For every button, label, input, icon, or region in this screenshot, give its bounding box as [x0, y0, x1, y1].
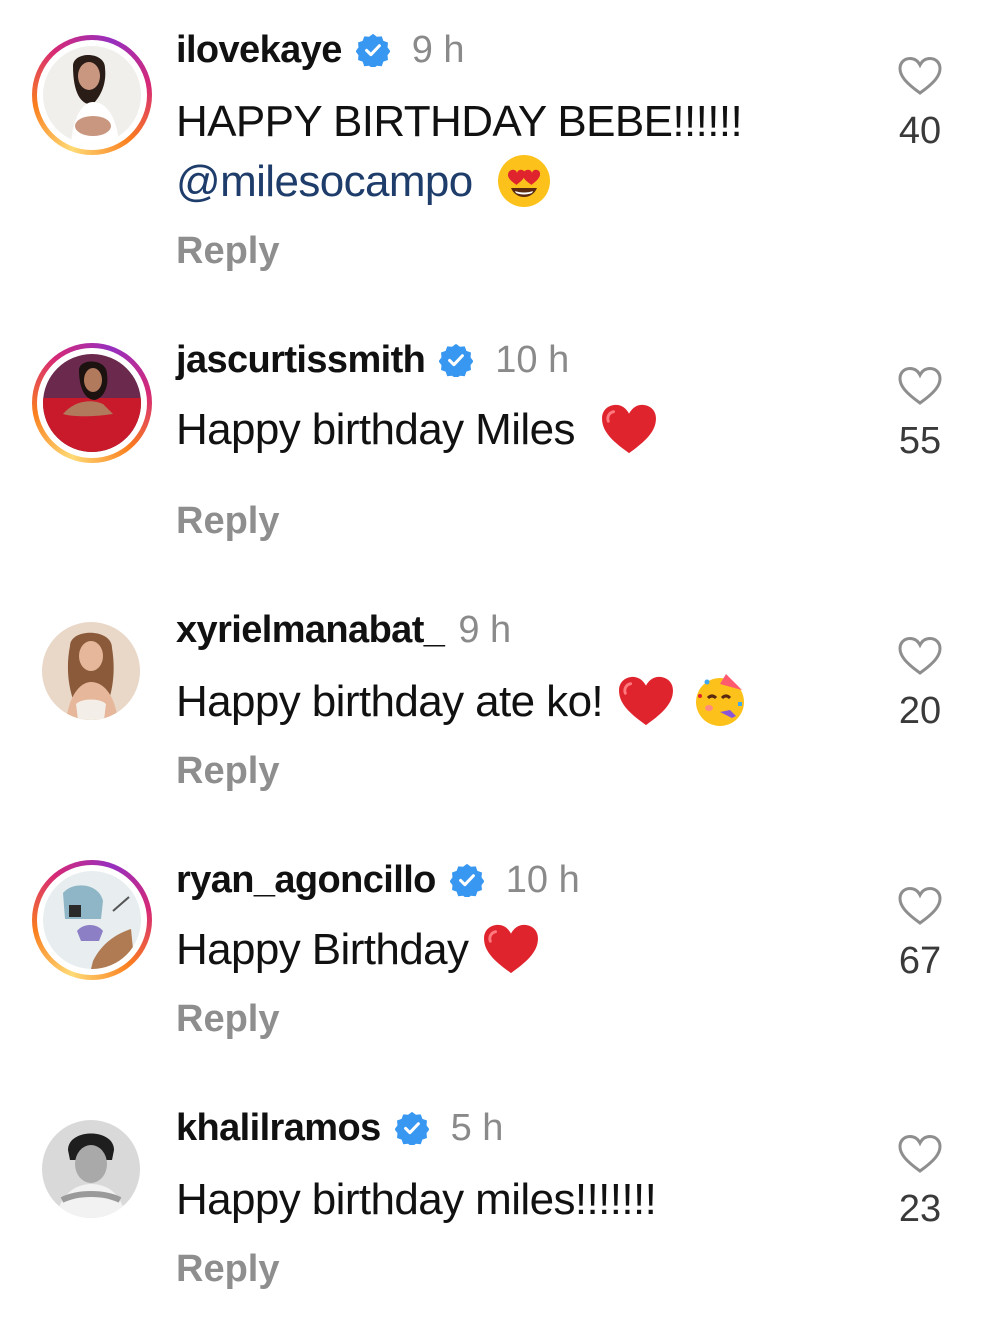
verified-badge-icon	[450, 863, 484, 897]
comment-text: HAPPY BIRTHDAY BEBE!!!!!!	[176, 92, 743, 152]
avatar[interactable]	[42, 622, 140, 720]
comment-header: jascurtissmith 10 h	[176, 332, 569, 388]
like-control: 67	[896, 886, 944, 983]
avatar-photo	[43, 871, 141, 969]
verified-badge-icon	[356, 33, 390, 67]
comment-header: ryan_agoncillo 10 h	[176, 852, 580, 908]
avatar[interactable]	[32, 343, 152, 463]
timestamp: 10 h	[505, 858, 580, 901]
red-heart-emoji-icon	[617, 675, 675, 727]
avatar-photo	[43, 46, 141, 144]
heart-eyes-emoji-icon	[498, 155, 551, 208]
like-count: 23	[898, 1188, 942, 1230]
like-control: 40	[896, 56, 944, 153]
heart-icon[interactable]	[898, 56, 942, 96]
comment-text: Happy Birthday	[176, 920, 540, 980]
like-count: 55	[898, 420, 942, 462]
heart-icon[interactable]	[898, 886, 942, 926]
username[interactable]: xyrielmanabat_	[176, 609, 445, 652]
username[interactable]: ryan_agoncillo	[176, 859, 436, 902]
reply-button[interactable]: Reply	[176, 998, 279, 1041]
like-control: 55	[896, 366, 944, 463]
comment-header: khalilramos 5 h	[176, 1100, 503, 1156]
comment-text-line: Happy Birthday	[176, 925, 469, 974]
comment-text-line-2: @milesocampo	[176, 152, 552, 212]
red-heart-emoji-icon	[600, 403, 658, 455]
mention-link[interactable]: @milesocampo	[176, 157, 473, 206]
timestamp: 9 h	[411, 28, 465, 71]
timestamp: 10 h	[495, 338, 570, 381]
username[interactable]: jascurtissmith	[176, 339, 426, 382]
username[interactable]: khalilramos	[176, 1107, 381, 1150]
comment-header: ilovekaye 9 h	[176, 22, 465, 78]
like-count: 67	[898, 940, 942, 982]
heart-icon[interactable]	[898, 366, 942, 406]
verified-badge-icon	[395, 1111, 429, 1145]
avatar[interactable]	[32, 35, 152, 155]
timestamp: 5 h	[450, 1106, 504, 1149]
like-control: 20	[896, 636, 944, 733]
avatar-photo	[42, 622, 140, 720]
heart-icon[interactable]	[898, 1134, 942, 1174]
reply-button[interactable]: Reply	[176, 750, 279, 793]
comment-text: Happy birthday miles!!!!!!!	[176, 1170, 657, 1230]
comment-text: Happy birthday ate ko!	[176, 672, 748, 732]
comment-text-line: Happy birthday ate ko!	[176, 677, 604, 726]
comment-text: Happy birthday Miles	[176, 400, 658, 460]
like-control: 23	[896, 1134, 944, 1231]
reply-button[interactable]: Reply	[176, 500, 279, 543]
reply-button[interactable]: Reply	[176, 1248, 279, 1291]
avatar[interactable]	[32, 860, 152, 980]
verified-badge-icon	[439, 343, 473, 377]
like-count: 20	[898, 690, 942, 732]
comment-text-line: Happy birthday miles!!!!!!!	[176, 1175, 657, 1224]
comment-header: xyrielmanabat_ 9 h	[176, 602, 511, 658]
timestamp: 9 h	[458, 608, 512, 651]
comment-text-line: HAPPY BIRTHDAY BEBE!!!!!!	[176, 97, 743, 146]
partying-face-emoji-icon	[696, 674, 745, 727]
comment-text-line: Happy birthday Miles	[176, 405, 575, 454]
avatar[interactable]	[42, 1120, 140, 1218]
heart-icon[interactable]	[898, 636, 942, 676]
like-count: 40	[898, 110, 942, 152]
red-heart-emoji-icon	[482, 923, 540, 975]
username[interactable]: ilovekaye	[176, 29, 342, 72]
reply-button[interactable]: Reply	[176, 230, 279, 273]
avatar-photo	[42, 1120, 140, 1218]
avatar-photo	[43, 354, 141, 452]
